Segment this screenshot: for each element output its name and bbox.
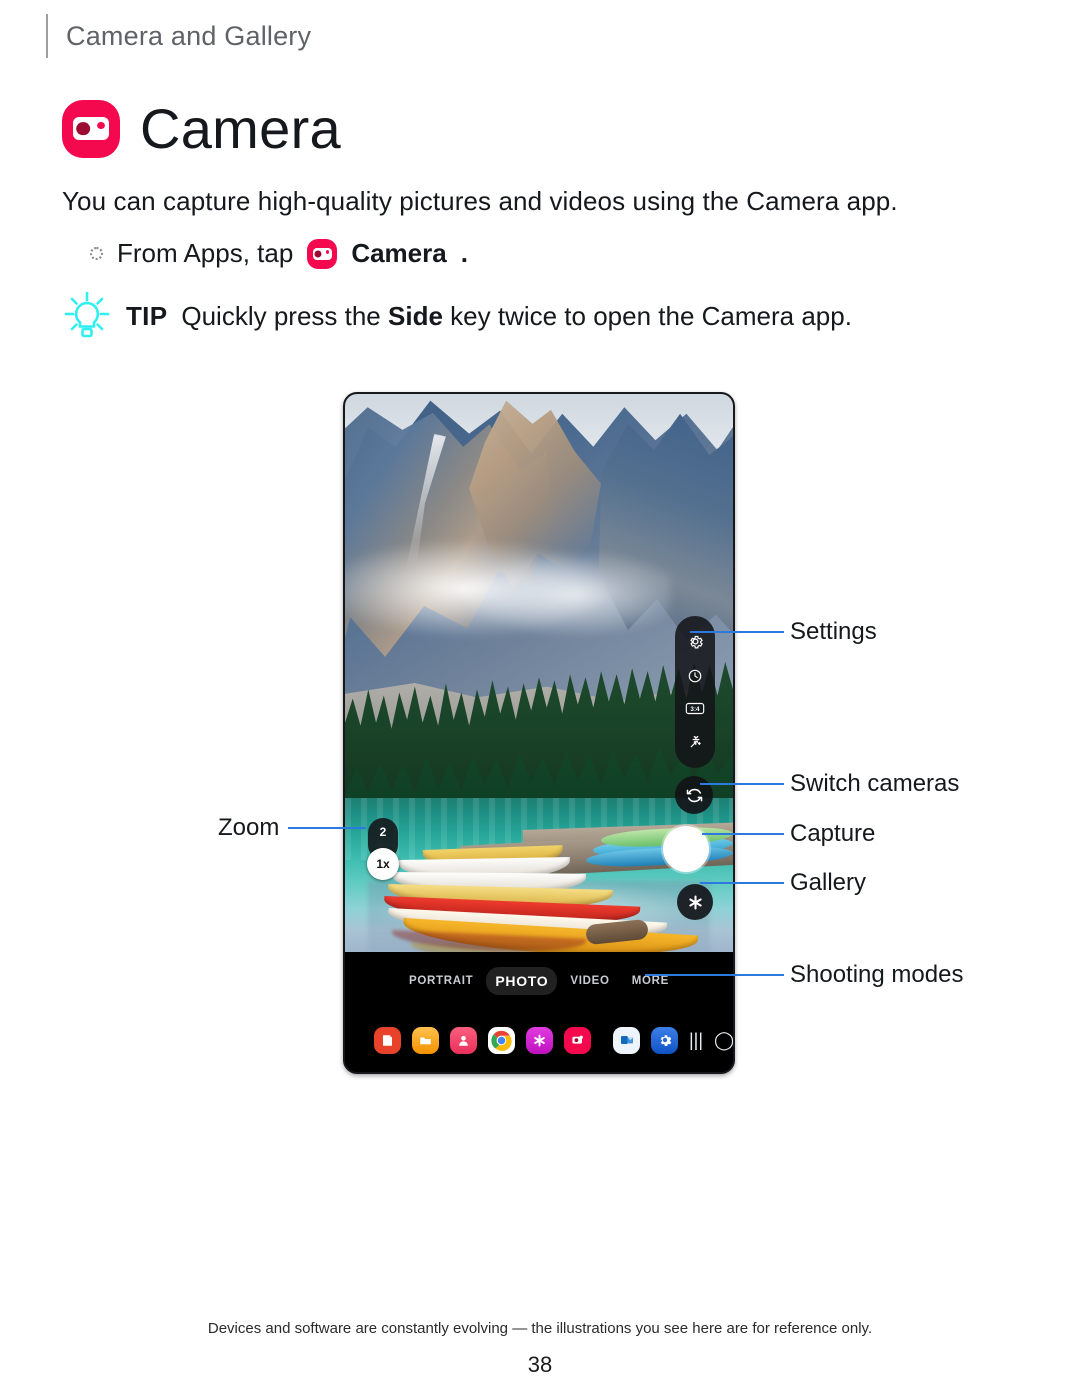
camera-icon-dot — [95, 119, 107, 131]
callout-line-gallery — [700, 882, 784, 884]
zoom-control[interactable]: 2 1x — [367, 818, 399, 880]
camera-icon-body — [73, 116, 109, 141]
samsung-notes-icon[interactable] — [374, 1026, 401, 1054]
device-illustration: 3:4 2 1x PORTRAIT PHOTO VIDEO MORE ||| ◯ — [343, 392, 735, 1074]
home-nav-icon[interactable]: ◯ — [714, 1031, 733, 1049]
settings-icon[interactable] — [651, 1026, 678, 1054]
camera-app-icon-inline — [307, 238, 338, 269]
tip-text: Quickly press the Side key twice to open… — [181, 301, 852, 332]
running-head-text: Camera and Gallery — [66, 20, 312, 51]
mode-more[interactable]: MORE — [623, 969, 678, 993]
callout-capture: Capture — [790, 820, 876, 847]
outlook-icon[interactable] — [613, 1026, 640, 1054]
shooting-modes-bar[interactable]: PORTRAIT PHOTO VIDEO MORE — [345, 952, 733, 1010]
camera-icon-body — [313, 247, 332, 260]
callout-shooting-modes: Shooting modes — [790, 961, 964, 988]
gallery-button[interactable] — [677, 884, 713, 920]
footer-note: Devices and software are constantly evol… — [207, 1320, 873, 1337]
apps-grid-icon[interactable] — [359, 1031, 363, 1049]
gallery-icon[interactable] — [686, 893, 705, 912]
camera-tool-strip[interactable]: 3:4 — [675, 616, 715, 768]
page-number: 38 — [527, 1352, 553, 1377]
page-title: Camera — [140, 97, 341, 160]
bullet-app-name: Camera — [351, 238, 447, 268]
effects-icon[interactable] — [687, 734, 704, 751]
tip-label: TIP — [126, 300, 168, 331]
mode-portrait[interactable]: PORTRAIT — [400, 969, 482, 993]
mode-video[interactable]: VIDEO — [561, 969, 618, 993]
camera-viewfinder: 3:4 2 1x — [345, 394, 733, 952]
contacts-icon[interactable] — [450, 1026, 477, 1054]
zoom-current-label[interactable]: 1x — [367, 848, 399, 880]
instruction-bullet: From Apps, tap Camera. — [90, 238, 468, 269]
callout-line-shooting-modes — [645, 974, 784, 976]
callout-gallery: Gallery — [790, 869, 867, 896]
manual-page: Camera and Gallery Camera You can captur… — [0, 0, 1080, 1397]
tip-text-after: key twice to open the Camera app. — [450, 300, 852, 331]
page-title-row: Camera — [62, 96, 341, 161]
svg-text:3:4: 3:4 — [690, 706, 700, 713]
callout-line-switch-cameras — [700, 783, 784, 785]
callout-settings: Settings — [790, 618, 877, 645]
intro-paragraph: You can capture high-quality pictures an… — [62, 186, 898, 216]
switch-cameras-icon[interactable] — [684, 785, 705, 806]
gallery-icon[interactable] — [526, 1026, 553, 1054]
lightbulb-icon — [64, 291, 110, 338]
bullet-text-after: . — [460, 238, 468, 268]
settings-icon[interactable] — [687, 633, 704, 650]
callout-zoom: Zoom — [218, 814, 280, 841]
chrome-icon[interactable] — [488, 1026, 515, 1054]
recents-nav-icon[interactable]: ||| — [689, 1031, 703, 1049]
camera-app-icon — [62, 99, 120, 158]
tip-emphasis: Side — [388, 300, 443, 331]
callout-switch-cameras: Switch cameras — [790, 770, 960, 797]
timer-icon[interactable] — [687, 668, 703, 684]
callout-line-settings — [690, 631, 784, 633]
camera-icon-lens — [314, 249, 322, 258]
camera-icon[interactable] — [564, 1026, 591, 1054]
callout-line-zoom — [288, 827, 366, 829]
aspect-ratio-icon[interactable]: 3:4 — [685, 701, 705, 716]
callout-line-capture — [702, 833, 784, 835]
hollow-bullet-icon — [90, 247, 103, 260]
mist-cloud — [345, 539, 671, 639]
my-files-icon[interactable] — [412, 1026, 439, 1054]
shooting-modes-list[interactable]: PORTRAIT PHOTO VIDEO MORE — [392, 964, 686, 998]
switch-cameras-button[interactable] — [675, 776, 713, 814]
camera-icon-dot — [323, 248, 332, 256]
tip-callout: TIP Quickly press the Side key twice to … — [62, 290, 852, 342]
mode-photo[interactable]: PHOTO — [486, 967, 558, 995]
bullet-text-before: From Apps, tap — [117, 238, 294, 268]
device-taskbar[interactable]: ||| ◯ ‹ — [345, 1008, 733, 1072]
camera-icon-lens — [76, 121, 90, 136]
tip-text-before: Quickly press the — [181, 300, 381, 331]
running-head-rule — [46, 14, 48, 58]
running-head: Camera and Gallery — [46, 14, 311, 58]
